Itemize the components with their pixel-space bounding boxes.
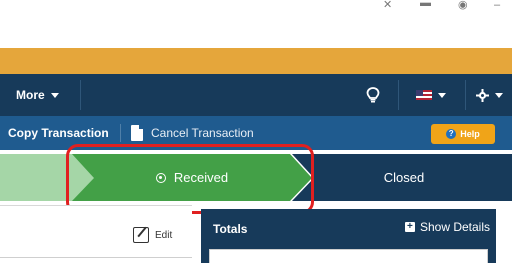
action-divider [120, 124, 121, 142]
lightbulb-icon[interactable] [366, 74, 380, 116]
browser-top-strip: ✕ ▬ ◉ ‒ [0, 0, 512, 48]
minus-icon: ‒ [494, 0, 501, 11]
show-details-label: Show Details [419, 220, 490, 234]
top-nav: More [0, 74, 512, 116]
gear-icon [476, 88, 489, 102]
edit-button[interactable]: Edit [133, 226, 172, 244]
more-label: More [16, 88, 45, 102]
edit-icon [133, 227, 149, 243]
plus-icon: + [404, 222, 415, 232]
language-menu[interactable] [416, 74, 446, 116]
chevron-down-icon [495, 92, 503, 98]
cancel-transaction-label: Cancel Transaction [151, 126, 254, 140]
help-label: Help [460, 129, 480, 139]
nav-divider [80, 80, 81, 110]
document-icon [131, 125, 143, 141]
highlight-outline [66, 144, 314, 214]
step-closed-label[interactable]: Closed [314, 150, 494, 205]
help-button[interactable]: ? Help [431, 124, 495, 144]
totals-table [209, 249, 488, 263]
edit-label: Edit [155, 229, 173, 241]
close-icon[interactable]: ✕ [383, 0, 392, 11]
totals-title: Totals [213, 222, 248, 236]
nav-divider [465, 80, 466, 110]
chevron-down-icon [50, 92, 59, 98]
copy-transaction-label: Copy Transaction [8, 126, 109, 140]
show-details-button[interactable]: + Show Details [404, 220, 490, 234]
bar-icon: ▬ [420, 0, 431, 9]
nav-divider [398, 80, 399, 110]
more-menu[interactable]: More [16, 74, 59, 116]
circle-icon[interactable]: ◉ [458, 0, 468, 11]
help-icon: ? [446, 129, 457, 139]
flag-icon [416, 90, 432, 100]
brand-band [0, 48, 512, 74]
settings-menu[interactable] [476, 74, 503, 116]
panel-divider [0, 257, 192, 263]
closed-text: Closed [383, 170, 425, 185]
chevron-down-icon [438, 92, 446, 98]
totals-panel: Totals + Show Details [201, 209, 496, 263]
